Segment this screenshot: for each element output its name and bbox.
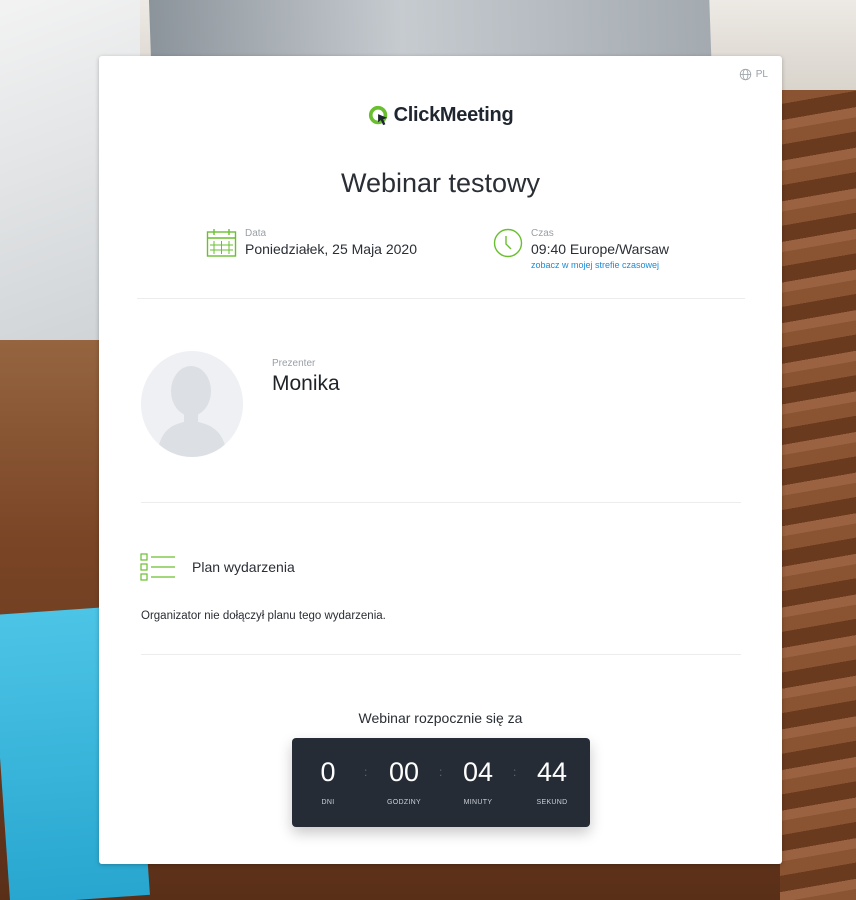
background-wood xyxy=(780,90,856,900)
presenter-avatar xyxy=(141,351,243,457)
brand-name: ClickMeeting xyxy=(393,104,514,126)
brand-logo: ClickMeeting xyxy=(99,104,782,127)
timezone-link[interactable]: zobacz w mojej strefie czasowej xyxy=(531,260,669,270)
divider xyxy=(141,654,741,655)
divider xyxy=(137,298,745,299)
countdown-days-value: 0 xyxy=(320,757,336,787)
date-label: Data xyxy=(245,228,267,239)
divider xyxy=(141,502,741,503)
agenda-title: Plan wydarzenia xyxy=(192,559,295,575)
countdown-separator: : xyxy=(364,765,368,779)
countdown-seconds-label: SEKUND xyxy=(536,799,568,806)
countdown-timer: 0 DNI : 00 GODZINY : 04 MINUTY : 44 SEKU… xyxy=(292,738,590,827)
language-switcher[interactable]: PL xyxy=(739,68,768,81)
presenter-name: Monika xyxy=(272,372,340,395)
countdown-minutes-label: MINUTY xyxy=(463,799,493,806)
language-code: PL xyxy=(755,69,768,80)
event-time: Czas 09:40 Europe/Warsaw zobacz w mojej … xyxy=(493,228,669,270)
countdown-days-label: DNI xyxy=(321,799,335,806)
clickmeeting-logo-icon xyxy=(368,105,387,125)
presenter-label: Prezenter xyxy=(272,358,316,369)
time-value: 09:40 Europe/Warsaw xyxy=(531,241,669,257)
event-card: PL ClickMeeting Webinar testowy Data Pon… xyxy=(99,56,782,864)
countdown-seconds: 44 SEKUND xyxy=(520,756,584,806)
countdown-label: Webinar rozpocznie się za xyxy=(358,710,523,726)
agenda-list-icon xyxy=(140,553,175,581)
countdown-separator: : xyxy=(513,765,517,779)
countdown-minutes: 04 MINUTY xyxy=(446,756,510,806)
countdown-hours-value: 00 xyxy=(388,757,420,787)
clock-icon xyxy=(493,228,523,258)
countdown-hours-label: GODZINY xyxy=(387,799,421,806)
date-value: Poniedziałek, 25 Maja 2020 xyxy=(245,241,418,257)
countdown-separator: : xyxy=(439,765,443,779)
event-title: Webinar testowy xyxy=(340,168,541,198)
event-date: Data Poniedziałek, 25 Maja 2020 xyxy=(206,228,417,258)
countdown-hours: 00 GODZINY xyxy=(372,756,436,806)
avatar-placeholder-icon xyxy=(157,366,227,457)
calendar-icon xyxy=(206,229,237,257)
agenda-description: Organizator nie dołączył planu tego wyda… xyxy=(141,610,386,622)
countdown-days: 0 DNI xyxy=(296,756,360,806)
time-label: Czas xyxy=(531,228,554,239)
countdown-seconds-value: 44 xyxy=(536,757,568,787)
countdown-minutes-value: 04 xyxy=(462,757,494,787)
globe-icon xyxy=(739,68,751,81)
